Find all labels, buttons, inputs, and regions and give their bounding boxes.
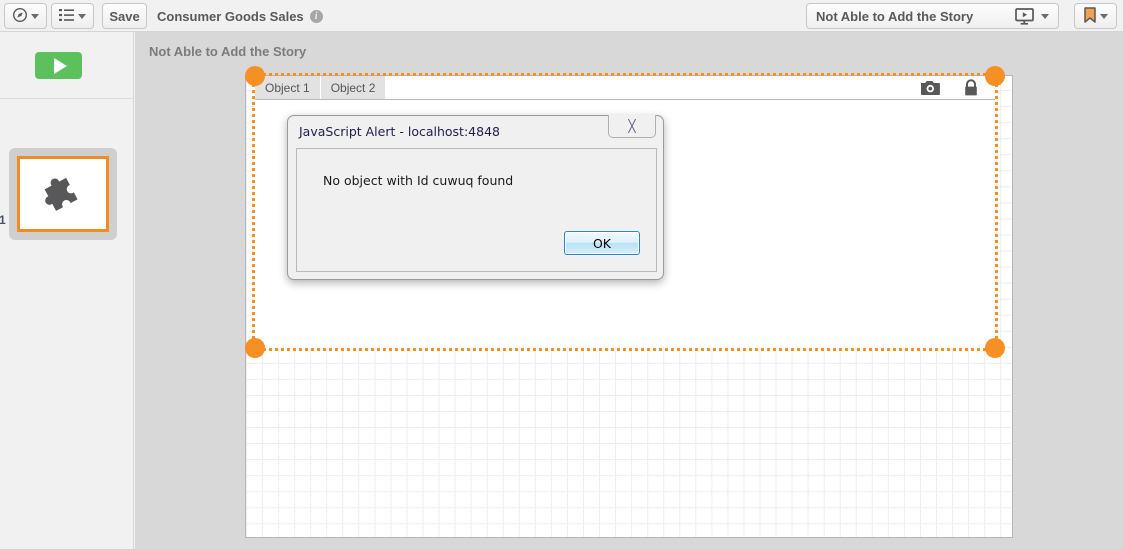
sheet-list-button[interactable]: [51, 3, 94, 29]
chevron-down-icon[interactable]: [1041, 13, 1049, 19]
info-icon[interactable]: i: [309, 9, 323, 23]
slide-list: 1: [0, 99, 133, 240]
resize-handle-bottom-left[interactable]: [245, 338, 265, 358]
bullet-list-icon: [59, 8, 75, 25]
close-icon[interactable]: ╳: [608, 115, 656, 138]
slide-thumbnail-item[interactable]: 1: [0, 148, 117, 240]
play-zone: [0, 32, 133, 99]
story-selector-label: Not Able to Add the Story: [816, 8, 974, 24]
object-tab-bar: Object 1 Object 2: [255, 76, 995, 100]
bookmark-icon: [1083, 6, 1096, 26]
tab-object-2[interactable]: Object 2: [320, 76, 387, 99]
puzzle-piece-icon: [42, 172, 84, 217]
tab-object-1[interactable]: Object 1: [255, 76, 321, 99]
sheet-title: Not Able to Add the Story: [149, 44, 307, 59]
chevron-down-icon: [1099, 13, 1108, 19]
left-sidebar: 1: [0, 32, 134, 549]
javascript-alert-dialog: JavaScript Alert - localhost:4848 ╳ No o…: [287, 115, 664, 280]
alert-body: No object with Id cuwuq found OK: [296, 148, 657, 272]
top-toolbar: Save Consumer Goods Sales i Not Able to …: [0, 0, 1123, 32]
compass-icon: [12, 7, 28, 26]
resize-handle-bottom-right[interactable]: [985, 338, 1005, 358]
slide-thumbnail-preview[interactable]: [17, 156, 109, 232]
bookmark-button[interactable]: [1074, 3, 1117, 29]
main-workspace: Not Able to Add the Story Object 1 Objec…: [135, 32, 1123, 549]
play-triangle-icon: [53, 57, 67, 74]
object-action-icons: [921, 79, 978, 101]
save-button[interactable]: Save: [102, 3, 147, 29]
alert-titlebar: JavaScript Alert - localhost:4848 ╳: [288, 115, 663, 147]
document-title-group: Consumer Goods Sales i: [157, 0, 323, 32]
present-monitor-icon[interactable]: [1015, 7, 1034, 25]
chevron-down-icon: [31, 13, 39, 19]
story-selector[interactable]: Not Able to Add the Story: [806, 3, 1059, 29]
chevron-down-icon: [78, 13, 86, 19]
camera-icon[interactable]: [921, 80, 940, 100]
alert-message: No object with Id cuwuq found: [323, 173, 514, 188]
slide-number-label: 1: [0, 213, 6, 227]
resize-handle-top-left[interactable]: [245, 66, 265, 86]
resize-handle-top-right[interactable]: [985, 66, 1005, 86]
ok-button[interactable]: OK: [564, 231, 640, 255]
play-story-button[interactable]: [35, 52, 82, 79]
navigation-menu-button[interactable]: [4, 3, 47, 29]
lock-icon[interactable]: [964, 79, 978, 101]
alert-title: JavaScript Alert - localhost:4848: [299, 124, 500, 139]
page-title: Consumer Goods Sales: [157, 8, 304, 24]
